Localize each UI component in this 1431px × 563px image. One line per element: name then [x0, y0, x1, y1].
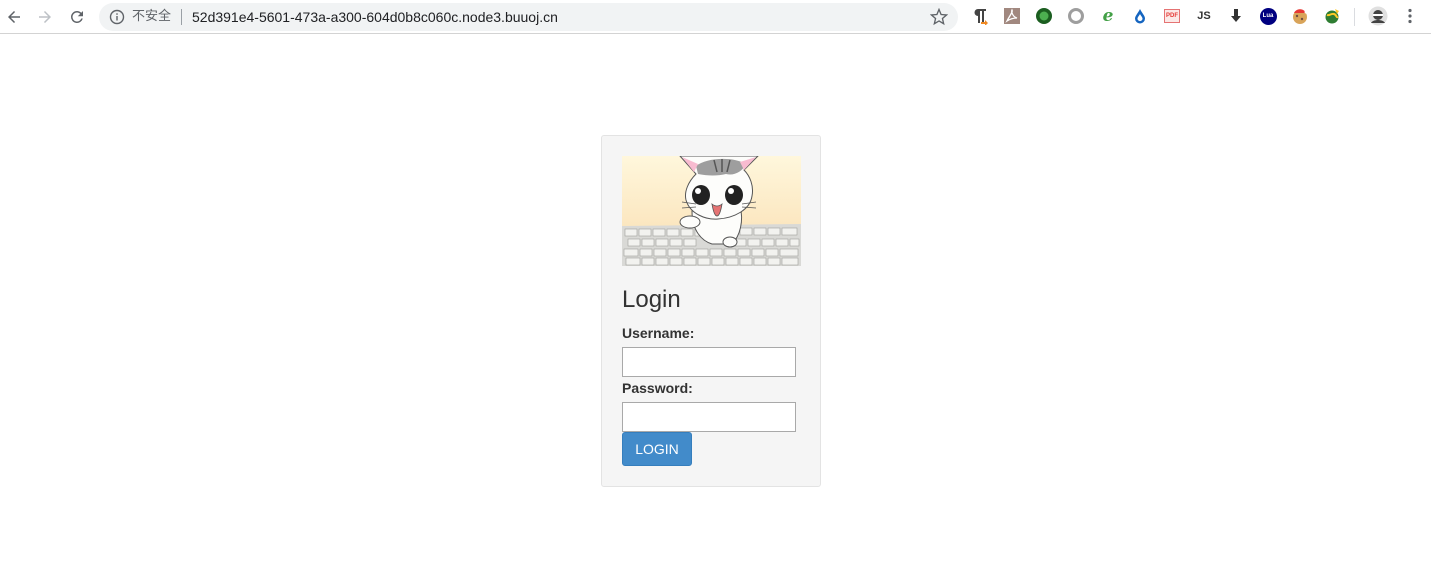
omnibox-separator [181, 9, 182, 25]
url-text[interactable]: 52d391e4-5601-473a-a300-604d0b8c060c.nod… [192, 8, 558, 26]
js-icon[interactable]: JS [1195, 7, 1213, 25]
login-button[interactable]: LOGIN [622, 432, 692, 466]
bookmark-star-icon[interactable] [930, 8, 948, 26]
ring-icon[interactable] [1067, 7, 1085, 25]
cookie-icon[interactable] [1291, 7, 1309, 25]
back-button[interactable] [2, 5, 26, 29]
login-panel: Login Username: Password: LOGIN [601, 135, 821, 487]
forward-button[interactable] [33, 5, 57, 29]
back-arrow-icon [8, 11, 20, 23]
profile-avatar-icon[interactable] [1368, 6, 1388, 26]
toolbar-divider [1354, 8, 1355, 26]
download-arrow-icon[interactable] [1227, 7, 1245, 25]
password-input[interactable] [622, 402, 796, 432]
security-label: 不安全 [132, 9, 172, 24]
browser-toolbar: 不安全 52d391e4-5601-473a-a300-604d0b8c060c… [0, 0, 1431, 34]
username-input[interactable] [622, 347, 796, 377]
pdf-badge-text: PDF [1164, 9, 1180, 23]
globe-icon[interactable] [1323, 7, 1341, 25]
login-heading: Login [622, 286, 681, 313]
e-icon[interactable]: e [1099, 6, 1117, 26]
forward-arrow-icon [39, 11, 51, 23]
info-icon[interactable] [109, 9, 125, 25]
green-orb-icon[interactable] [1035, 7, 1053, 25]
cat-keyboard-image [622, 156, 801, 266]
password-label: Password: [622, 380, 693, 396]
pilcrow-icon[interactable] [971, 7, 989, 25]
pdf-badge-icon[interactable]: PDF [1163, 7, 1181, 25]
lua-text: Lua [1259, 7, 1277, 25]
lua-icon[interactable]: Lua [1259, 7, 1277, 25]
reload-button[interactable] [65, 5, 89, 29]
drop-icon[interactable] [1131, 7, 1149, 25]
username-label: Username: [622, 325, 695, 341]
pdf-icon[interactable] [1003, 7, 1021, 25]
reload-icon [70, 10, 83, 23]
address-bar[interactable]: 不安全 52d391e4-5601-473a-a300-604d0b8c060c… [99, 3, 958, 31]
menu-kebab-icon[interactable] [1401, 7, 1419, 25]
